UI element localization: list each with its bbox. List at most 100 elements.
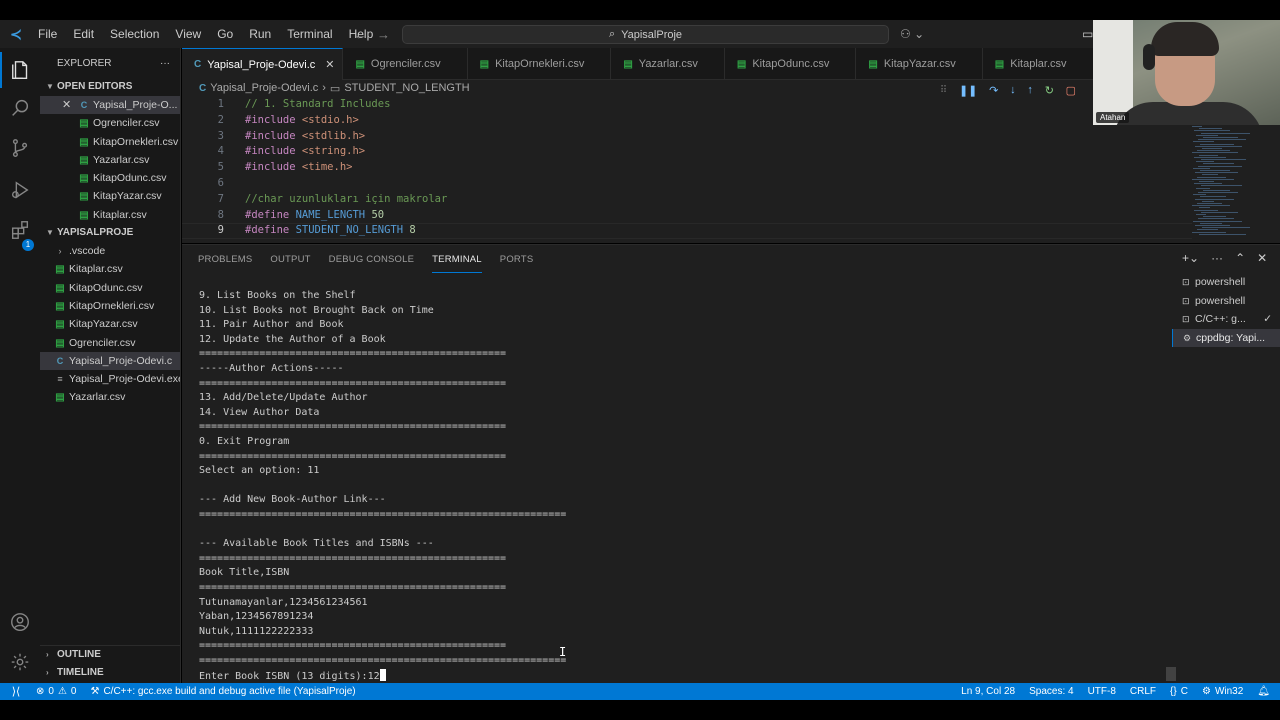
account-icon[interactable] <box>0 604 40 640</box>
csv-file-icon: ▤ <box>79 173 89 185</box>
panel-tab-terminal[interactable]: TERMINAL <box>432 253 482 273</box>
terminal-line-text: 13. Add/Delete/Update Author <box>199 392 368 404</box>
source-control-icon[interactable] <box>0 130 40 166</box>
menu-view[interactable]: View <box>167 20 209 48</box>
terminal-line: ========================================… <box>199 420 506 435</box>
menu-file[interactable]: File <box>30 20 65 48</box>
settings-gear-icon[interactable] <box>0 644 40 680</box>
pause-icon[interactable]: ❚❚ <box>959 84 977 97</box>
close-panel-icon[interactable]: ✕ <box>1257 251 1267 265</box>
close-icon[interactable]: ✕ <box>62 96 71 114</box>
explorer-icon[interactable] <box>0 52 40 88</box>
panel-tab-debug-console[interactable]: DEBUG CONSOLE <box>329 253 414 273</box>
search-activity-icon[interactable] <box>0 90 40 126</box>
forward-arrow-icon[interactable]: → <box>377 27 390 42</box>
terminal-line-text: 14. View Author Data <box>199 406 320 418</box>
menu-terminal[interactable]: Terminal <box>279 20 340 48</box>
errors-count[interactable]: 0 <box>48 686 54 697</box>
file-item[interactable]: ▤ Kitaplar.csv <box>40 260 180 278</box>
menu-edit[interactable]: Edit <box>65 20 102 48</box>
terminal-line-text: 9. List Books on the Shelf <box>199 290 356 301</box>
cursor-position[interactable]: Ln 9, Col 28 <box>961 686 1015 697</box>
drag-grip-icon[interactable]: ⠿ <box>940 85 947 96</box>
editor-tab[interactable]: ▤ Kitaplar.csv <box>983 48 1094 80</box>
panel-tab-output[interactable]: OUTPUT <box>270 253 310 273</box>
open-editors-section[interactable]: ▼ OPEN EDITORS <box>40 78 180 96</box>
outline-section[interactable]: › OUTLINE <box>40 645 180 663</box>
editor-tab[interactable]: ▤ Yazarlar.csv <box>611 48 725 80</box>
terminal-scrollbar[interactable] <box>1166 667 1176 681</box>
notifications-bell-icon[interactable]: 🔔︎ <box>1257 686 1270 697</box>
open-editor-item[interactable]: ▤ KitapOrnekleri.csv <box>40 133 180 151</box>
layout-icon[interactable]: ▭ <box>1082 20 1093 48</box>
restart-icon[interactable]: ↻ <box>1045 84 1054 97</box>
minimap[interactable] <box>1192 126 1272 236</box>
minimap-line <box>1199 128 1222 130</box>
file-item[interactable]: ≡ Yapisal_Proje-Odevi.exe <box>40 370 180 388</box>
command-center-search[interactable]: ⌕ YapisalProje <box>402 25 889 44</box>
back-arrow-icon[interactable]: ← <box>354 27 367 42</box>
platform[interactable]: Win32 <box>1215 686 1243 697</box>
stop-icon[interactable]: ▢ <box>1066 84 1076 97</box>
breadcrumb-symbol[interactable]: STUDENT_NO_LENGTH <box>344 82 469 94</box>
activity-bar: 1 <box>0 48 40 683</box>
terminal-instance-label: C/C++: g... <box>1195 313 1246 325</box>
open-editor-item[interactable]: ▤ Ogrenciler.csv <box>40 114 180 132</box>
run-debug-icon[interactable] <box>0 172 40 208</box>
open-editor-item[interactable]: ▤ KitapYazar.csv <box>40 187 180 205</box>
menu-run[interactable]: Run <box>241 20 279 48</box>
more-actions-icon[interactable]: ··· <box>160 58 170 69</box>
terminal-output[interactable]: 9. List Books on the Shelf 10. List Books… <box>199 289 1159 684</box>
timeline-section[interactable]: › TIMELINE <box>40 664 180 682</box>
breadcrumb-file[interactable]: Yapisal_Proje-Odevi.c <box>210 82 318 94</box>
new-terminal-icon[interactable]: +⌄ <box>1182 251 1199 265</box>
menu-selection[interactable]: Selection <box>102 20 167 48</box>
file-item[interactable]: ▤ Yazarlar.csv <box>40 388 180 406</box>
copilot-icon[interactable]: ⚇ ⌄ <box>900 20 924 48</box>
terminal-instance-label: powershell <box>1195 294 1246 307</box>
encoding[interactable]: UTF-8 <box>1088 686 1116 697</box>
terminal-instance[interactable]: ⊡ powershell <box>1172 273 1280 292</box>
warnings-count[interactable]: 0 <box>71 686 77 697</box>
line-ending[interactable]: CRLF <box>1130 686 1156 697</box>
minimap-line <box>1192 126 1202 127</box>
editor-tab[interactable]: C Yapisal_Proje-Odevi.c ✕ <box>182 48 344 80</box>
explorer-title: EXPLORER <box>57 57 112 69</box>
file-item[interactable]: C Yapisal_Proje-Odevi.c <box>40 351 180 371</box>
file-item[interactable]: › .vscode <box>40 242 180 260</box>
remote-icon[interactable]: ⟩⟨ <box>0 683 32 700</box>
more-actions-icon[interactable]: ··· <box>1211 251 1223 265</box>
open-editor-item[interactable]: ▤ Yazarlar.csv <box>40 151 180 169</box>
step-over-icon[interactable]: ↷ <box>989 84 998 97</box>
active-task[interactable]: C/C++: gcc.exe build and debug active fi… <box>103 686 355 697</box>
extensions-icon[interactable] <box>0 212 40 248</box>
terminal-line: Enter Book ISBN (13 digits):12 <box>199 668 386 684</box>
close-icon[interactable]: ✕ <box>325 58 334 71</box>
menu-go[interactable]: Go <box>209 20 241 48</box>
editor-tab[interactable]: ▤ KitapOrnekleri.csv <box>468 48 612 80</box>
indentation[interactable]: Spaces: 4 <box>1029 686 1073 697</box>
panel-tab-ports[interactable]: PORTS <box>500 253 534 273</box>
language-mode[interactable]: C <box>1181 686 1188 697</box>
minimap-line <box>1202 148 1222 149</box>
editor-tab[interactable]: ▤ KitapOdunc.csv <box>725 48 857 80</box>
line-number: 4 <box>217 145 224 158</box>
code-comment: //char uzunlukları için makrolar <box>245 192 448 205</box>
terminal-instance[interactable]: ⚙ cppdbg: Yapi... <box>1172 328 1280 347</box>
maximize-panel-icon[interactable]: ⌃ <box>1235 251 1245 265</box>
terminal-instance[interactable]: ⊡ C/C++: g... ✓ <box>1172 310 1280 329</box>
file-item[interactable]: ▤ KitapOdunc.csv <box>40 279 180 297</box>
project-section[interactable]: ▼ YAPISALPROJE <box>40 224 180 242</box>
open-editor-item[interactable]: ▤ KitapOdunc.csv <box>40 169 180 187</box>
editor-tab[interactable]: ▤ KitapYazar.csv <box>856 48 983 80</box>
panel-tab-problems[interactable]: PROBLEMS <box>198 253 252 273</box>
file-item[interactable]: ▤ KitapYazar.csv <box>40 315 180 333</box>
open-editor-item[interactable]: ✕ C Yapisal_Proje-O... <box>40 96 180 115</box>
step-into-icon[interactable]: ↓ <box>1010 84 1016 96</box>
terminal-instance[interactable]: ⊡ powershell <box>1172 292 1280 311</box>
open-editor-item[interactable]: ▤ Kitaplar.csv <box>40 206 180 224</box>
file-item[interactable]: ▤ Ogrenciler.csv <box>40 334 180 352</box>
file-item[interactable]: ▤ KitapOrnekleri.csv <box>40 297 180 315</box>
editor-tab[interactable]: ▤ Ogrenciler.csv <box>343 48 468 80</box>
step-out-icon[interactable]: ↑ <box>1027 84 1033 96</box>
